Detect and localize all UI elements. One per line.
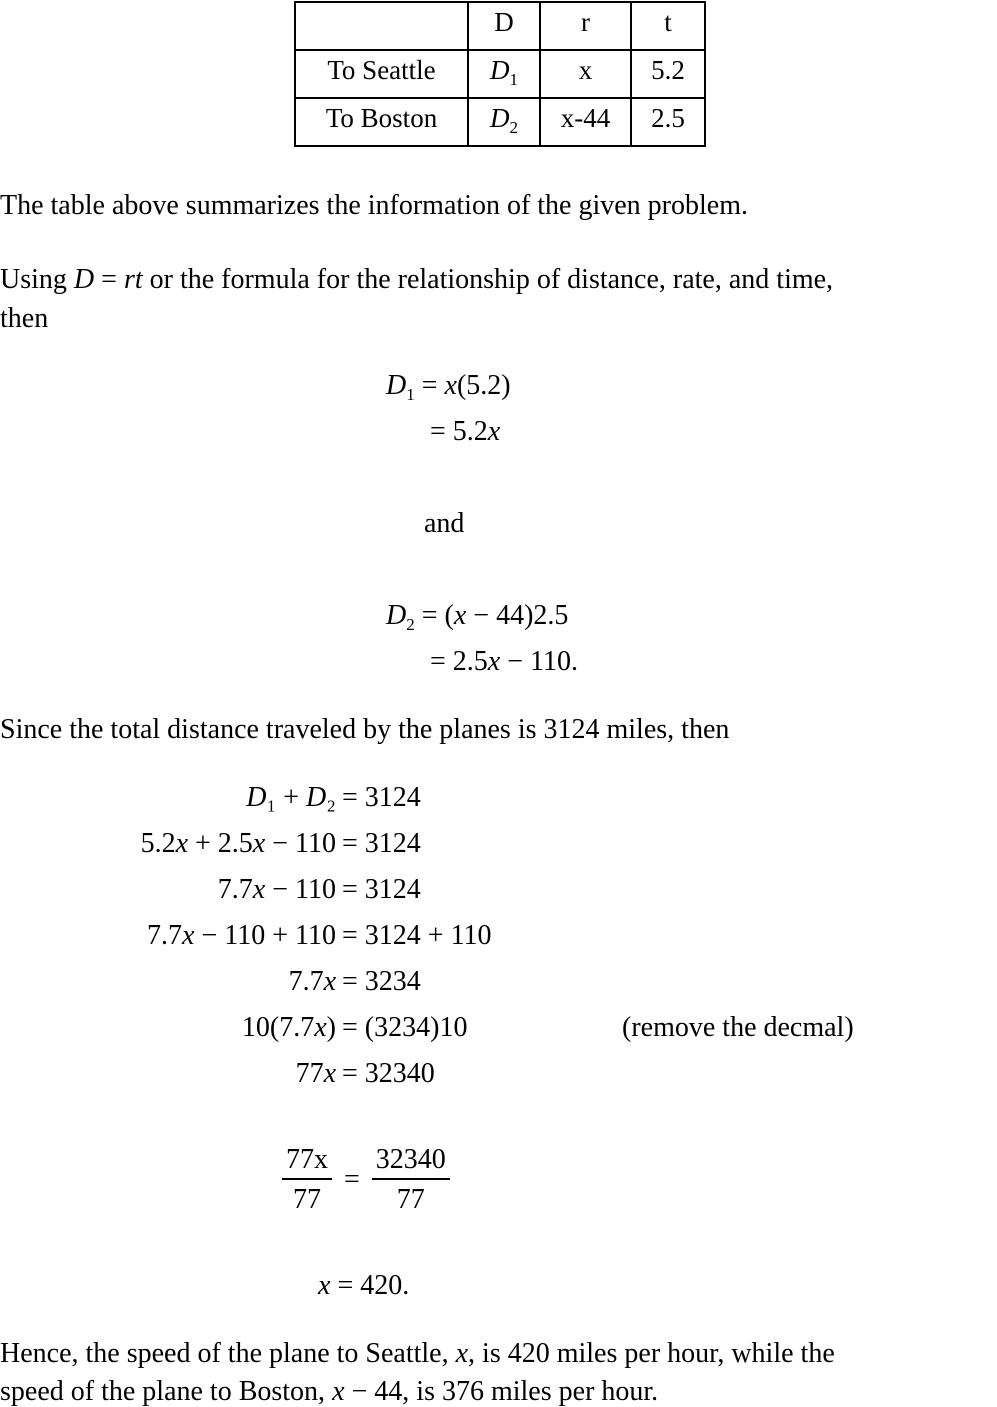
system-row-rhs: = (3234)10 [342, 1012, 468, 1043]
right-denominator: 77 [396, 1184, 425, 1215]
distance-sub: 2 [509, 118, 519, 137]
math-var: D [73, 264, 95, 295]
distance-cell: D1 [467, 49, 541, 99]
left-denominator: 77 [293, 1184, 321, 1215]
math-sub: 2 [406, 615, 415, 634]
system-row-lhs: 10(7.7x) [241, 1012, 336, 1043]
equation-d1-line2: = 5.2x [430, 418, 500, 446]
distance-var: D [490, 55, 510, 85]
system-row-lhs: 7.7x − 110 [217, 874, 336, 905]
rate-cell: x-44 [539, 97, 632, 147]
math-var: D [386, 370, 407, 401]
text: Using [0, 264, 74, 295]
system-row-lhs: 5.2x + 2.5x − 110 [140, 828, 336, 859]
math-sub: 1 [406, 385, 415, 404]
row-label: To Seattle [294, 49, 469, 99]
math-var: x [487, 416, 501, 447]
table-header-cell [294, 1, 469, 51]
left-numerator: 77x [282, 1146, 332, 1180]
math-text: = 5.2 [430, 416, 488, 447]
system-row-rhs: = 32340 [342, 1058, 435, 1089]
formula-paragraph-line2: then [0, 303, 49, 334]
math-op: = [421, 370, 445, 401]
table-header-row: D r t [294, 1, 706, 51]
equation-d1-line1: D1 = x(5.2) [386, 370, 511, 404]
math-var: x [487, 646, 501, 677]
math-text: − 110. [500, 646, 578, 677]
system-row-rhs: = 3124 [342, 782, 421, 813]
table-header-cell: D [467, 1, 541, 51]
table-header-cell: t [630, 1, 706, 51]
math-op: = ( [421, 600, 454, 631]
system-row-rhs: = 3124 + 110 [342, 920, 492, 951]
left-fraction: 77x 77 [282, 1146, 332, 1214]
math-text: − 44 [344, 1376, 403, 1407]
and-word: and [424, 508, 465, 539]
text: speed of the plane to Boston, [0, 1376, 333, 1407]
math-var: x [318, 1270, 331, 1301]
system-row-rhs: = 3234 [342, 966, 421, 997]
math-text: − 44)2.5 [466, 600, 569, 631]
distance-cell: D2 [467, 97, 541, 147]
system-row-lhs: 7.7x − 110 + 110 [147, 920, 336, 951]
summary-table: D r t To Seattle D1 x 5.2 To Boston D2 x… [294, 1, 706, 147]
equation-d2-line1: D2 = (x − 44)2.5 [386, 600, 569, 634]
system-row-lhs: 7.7x [288, 966, 336, 997]
conclusion-line1: Hence, the speed of the plane to Seattle… [0, 1340, 835, 1368]
math-var: x [455, 1338, 469, 1369]
system-row-rhs: = 3124 [342, 828, 421, 859]
system-row-lhs: 77x [295, 1058, 336, 1089]
right-fraction: 32340 77 [371, 1146, 450, 1215]
total-distance-paragraph: Since the total distance traveled by the… [0, 714, 730, 745]
math-var: x [332, 1376, 345, 1407]
math-var: D [386, 600, 407, 631]
math-var: rt [123, 264, 143, 295]
row-label: To Boston [294, 97, 469, 147]
math-text: = 420. [337, 1270, 410, 1301]
table-row: To Seattle D1 x 5.2 [294, 49, 706, 99]
conclusion-line2: speed of the plane to Boston, x − 44, is… [0, 1378, 658, 1406]
fraction-equation: 77x 77 = 32340 77 [282, 1146, 450, 1214]
math-var: x [444, 370, 457, 401]
distance-sub: 1 [509, 70, 519, 89]
formula-paragraph: Using D = rt or the formula for the rela… [0, 266, 833, 294]
time-cell: 5.2 [630, 49, 706, 99]
text: Hence, the speed of the plane to Seattle… [0, 1338, 456, 1369]
table-header-cell: r [539, 1, 632, 51]
right-numerator: 32340 [371, 1146, 450, 1180]
intro-paragraph: The table above summarizes the informati… [0, 190, 748, 221]
equals-sign: = [344, 1164, 360, 1195]
math-op: = [94, 264, 124, 295]
math-text: (5.2) [456, 370, 511, 401]
text: , is 376 miles per hour. [402, 1376, 659, 1407]
table-row: To Boston D2 x-44 2.5 [294, 97, 706, 147]
math-text: = 2.5 [430, 646, 488, 677]
distance-var: D [490, 103, 510, 133]
equation-d2-line2: = 2.5x − 110. [430, 648, 578, 676]
text: or the formula for the relationship of d… [142, 264, 834, 295]
rate-cell: x [539, 49, 632, 99]
annotation-note: (remove the decmal) [622, 1012, 854, 1043]
text: , is 420 miles per hour, while the [468, 1338, 835, 1369]
system-row-rhs: = 3124 [342, 874, 421, 905]
math-var: x [453, 600, 467, 631]
solution-equation: x = 420. [318, 1272, 409, 1300]
system-row-lhs: D₁ + D₂ [246, 782, 336, 813]
time-cell: 2.5 [630, 97, 706, 147]
